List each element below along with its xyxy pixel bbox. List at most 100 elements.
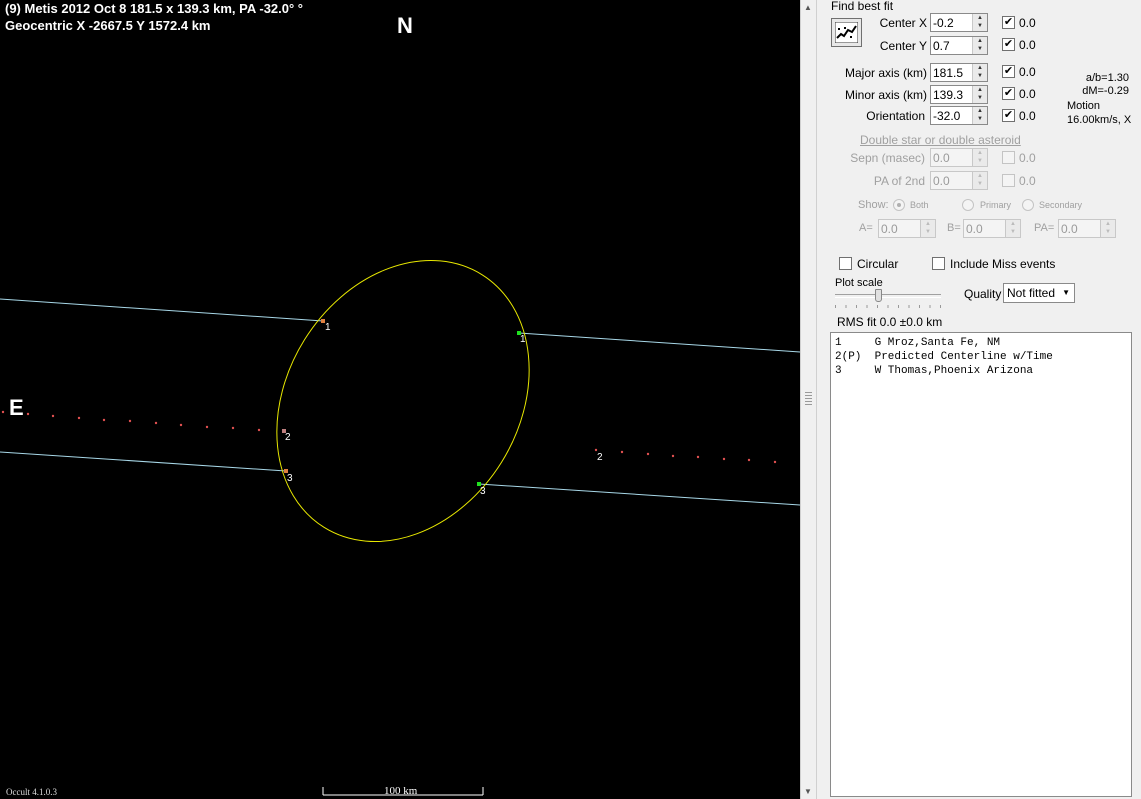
minor-axis-label: Minor axis (km) — [844, 88, 927, 102]
plot-scale-label: Plot scale — [835, 277, 883, 289]
orientation-delta: 0.0 — [1019, 109, 1036, 123]
a-spinner[interactable]: ▲ ▼ — [920, 220, 935, 237]
sepn-field[interactable]: ▲▼ — [930, 148, 988, 167]
center-y-label: Center Y — [879, 39, 927, 53]
minor-axis-delta: 0.0 — [1019, 87, 1036, 101]
rms-fit: RMS fit 0.0 ±0.0 km — [837, 315, 943, 329]
quality-value: Not fitted — [1007, 286, 1056, 300]
pa2-checkbox[interactable] — [1002, 174, 1015, 187]
orientation-spinner[interactable]: ▲ ▼ — [972, 107, 987, 124]
sepn-checkbox[interactable] — [1002, 151, 1015, 164]
orientation-label: Orientation — [866, 109, 925, 123]
chord-2-disappear-label: 2 — [285, 432, 291, 443]
orientation-field[interactable]: ▲▼ — [930, 106, 988, 125]
a-label: A= — [859, 222, 873, 234]
center-y-field[interactable]: ▲▼ — [930, 36, 988, 55]
ab-ratio: a/b=1.30 — [1085, 72, 1129, 84]
circular-checkbox[interactable] — [839, 257, 852, 270]
delta-magnitude: dM=-0.29 — [1082, 85, 1129, 97]
pa-spinner[interactable]: ▲ ▼ — [1100, 220, 1115, 237]
observer-list[interactable]: 1 G Mroz,Santa Fe, NM 2(P) Predicted Cen… — [830, 332, 1132, 797]
east-label: E — [9, 395, 24, 420]
chord-1-right — [518, 332, 800, 353]
sepn-input[interactable] — [931, 149, 975, 166]
quality-select[interactable]: Not fitted ▼ — [1003, 283, 1075, 303]
occultation-plot[interactable]: (9) Metis 2012 Oct 8 181.5 x 139.3 km, P… — [0, 0, 800, 799]
predicted-centerline-dots — [1, 410, 777, 464]
center-x-field[interactable]: ▲▼ — [930, 13, 988, 32]
chevron-down-icon: ▼ — [1062, 288, 1070, 297]
chord-1-disappear-label: 1 — [325, 322, 331, 333]
center-y-input[interactable] — [931, 37, 975, 54]
center-x-input[interactable] — [931, 14, 975, 31]
center-x-delta: 0.0 — [1019, 16, 1036, 30]
chord-2-reappear-label: 2 — [597, 452, 603, 463]
orientation-checkbox[interactable]: ✔ — [1002, 109, 1015, 122]
pa2-spinner[interactable]: ▲ ▼ — [972, 172, 987, 189]
event-markers — [282, 319, 521, 486]
major-axis-input[interactable] — [931, 64, 975, 81]
double-star-link[interactable]: Double star or double asteroid — [860, 133, 1021, 147]
pa-field[interactable]: ▲▼ — [1058, 219, 1116, 238]
pa2-input[interactable] — [931, 172, 975, 189]
major-axis-field[interactable]: ▲▼ — [930, 63, 988, 82]
center-x-spinner[interactable]: ▲ ▼ — [972, 14, 987, 31]
major-axis-label: Major axis (km) — [844, 66, 927, 80]
minor-axis-input[interactable] — [931, 86, 975, 103]
plot-geocentric-coords: Geocentric X -2667.5 Y 1572.4 km — [5, 18, 211, 33]
b-label: B= — [947, 222, 961, 234]
pa2-field[interactable]: ▲▼ — [930, 171, 988, 190]
include-miss-label: Include Miss events — [950, 257, 1056, 271]
plot-title: (9) Metis 2012 Oct 8 181.5 x 139.3 km, P… — [5, 1, 304, 16]
list-item[interactable]: 3 W Thomas,Phoenix Arizona — [835, 364, 1127, 378]
chord-3-left — [0, 451, 287, 472]
chord-1-reappear-label: 1 — [520, 334, 526, 345]
b-field[interactable]: ▲▼ — [963, 219, 1021, 238]
scroll-down-icon[interactable]: ▼ — [804, 787, 812, 796]
plot-canvas — [0, 259, 800, 796]
motion-value: 16.00km/s, X — [1067, 114, 1132, 126]
show-secondary-label: Secondary — [1039, 200, 1083, 210]
minor-axis-spinner[interactable]: ▲ ▼ — [972, 86, 987, 103]
minor-axis-checkbox[interactable]: ✔ — [1002, 87, 1015, 100]
include-miss-checkbox[interactable] — [932, 257, 945, 270]
list-item[interactable]: 2(P) Predicted Centerline w/Time — [835, 350, 1127, 364]
center-y-checkbox[interactable]: ✔ — [1002, 38, 1015, 51]
major-axis-checkbox[interactable]: ✔ — [1002, 65, 1015, 78]
version-label: Occult 4.1.0.3 — [6, 787, 57, 797]
list-item[interactable]: 1 G Mroz,Santa Fe, NM — [835, 336, 1127, 350]
minor-axis-field[interactable]: ▲▼ — [930, 85, 988, 104]
panel-scrollbar[interactable]: ▲ ▼ — [800, 0, 817, 799]
center-x-checkbox[interactable]: ✔ — [1002, 16, 1015, 29]
motion-label: Motion — [1067, 100, 1101, 112]
plot-scale-slider[interactable] — [835, 289, 941, 308]
major-axis-delta: 0.0 — [1019, 65, 1036, 79]
major-axis-spinner[interactable]: ▲ ▼ — [972, 64, 987, 81]
chord-3-right — [478, 483, 800, 506]
chord-1-left — [0, 298, 324, 322]
orientation-input[interactable] — [931, 107, 975, 124]
b-spinner[interactable]: ▲ ▼ — [1005, 220, 1020, 237]
show-primary-radio[interactable] — [962, 199, 974, 211]
show-secondary-radio[interactable] — [1022, 199, 1034, 211]
plot-scale-ticks — [835, 305, 941, 308]
chart-fit-icon — [835, 22, 858, 43]
b-input[interactable] — [964, 220, 1008, 237]
show-both-label: Both — [910, 200, 929, 210]
show-label: Show: — [858, 199, 889, 211]
sepn-delta: 0.0 — [1019, 151, 1036, 165]
show-both-radio[interactable] — [893, 199, 905, 211]
splitter-grip-icon[interactable] — [805, 392, 812, 406]
center-x-label: Center X — [879, 16, 927, 30]
fit-control-panel: Find best fit Center X ▲▼ ✔ 0.0 Center Y… — [817, 0, 1141, 799]
pa-input[interactable] — [1059, 220, 1103, 237]
chord-3-disappear-label: 3 — [287, 473, 293, 484]
sepn-spinner[interactable]: ▲ ▼ — [972, 149, 987, 166]
north-label: N — [397, 13, 413, 38]
center-y-spinner[interactable]: ▲ ▼ — [972, 37, 987, 54]
a-input[interactable] — [879, 220, 923, 237]
plot-scale-thumb[interactable] — [875, 289, 882, 302]
a-field[interactable]: ▲▼ — [878, 219, 936, 238]
scroll-up-icon[interactable]: ▲ — [804, 3, 812, 12]
pa-label: PA= — [1034, 222, 1055, 234]
